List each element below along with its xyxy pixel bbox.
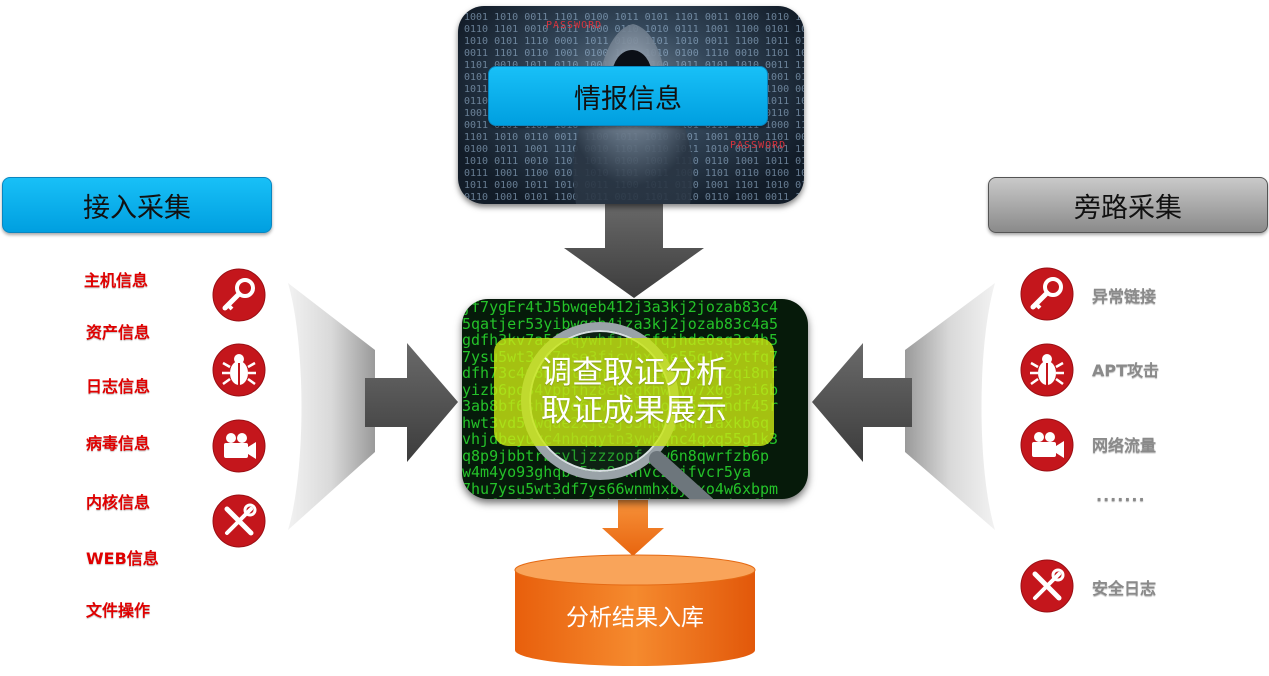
right-arrow xyxy=(812,343,912,462)
top-arrow xyxy=(564,200,704,298)
left-item-file: 文件操作 xyxy=(86,601,151,620)
left-item-kernel: 内核信息 xyxy=(86,493,151,512)
right-panel-title: 旁路采集 xyxy=(1074,192,1182,224)
left-panel-header: 接入采集 xyxy=(2,177,272,233)
left-item-host: 主机信息 xyxy=(84,271,149,290)
result-storage-label: 分析结果入库 xyxy=(566,605,704,631)
analysis-line-2: 取证成果展示 xyxy=(541,393,727,429)
analysis-line-1: 调查取证分析 xyxy=(541,355,727,391)
camera-icon xyxy=(1020,418,1074,472)
right-item-network-traffic: 网络流量 xyxy=(1092,436,1157,455)
tools-icon xyxy=(212,494,266,548)
camera-icon xyxy=(212,419,266,473)
left-panel-title: 接入采集 xyxy=(83,192,191,224)
left-funnel xyxy=(288,283,375,530)
bottom-arrow xyxy=(602,500,664,556)
tools-icon xyxy=(1020,559,1074,613)
right-item-ellipsis: ······· xyxy=(1096,490,1146,509)
left-item-asset: 资产信息 xyxy=(86,323,151,342)
key-icon xyxy=(212,268,266,322)
analysis-label-box: 调查取证分析 取证成果展示 xyxy=(494,338,774,446)
left-item-virus: 病毒信息 xyxy=(86,434,151,453)
right-panel-header: 旁路采集 xyxy=(988,177,1268,233)
left-item-log: 日志信息 xyxy=(86,377,151,396)
intel-title: 情报信息 xyxy=(574,83,682,115)
right-funnel xyxy=(905,283,995,530)
intel-header: 情报信息 xyxy=(488,66,768,126)
bug-icon xyxy=(1020,343,1074,397)
bug-icon xyxy=(212,343,266,397)
right-item-abnormal-link: 异常链接 xyxy=(1092,287,1157,306)
right-item-security-log: 安全日志 xyxy=(1092,579,1157,598)
key-icon xyxy=(1020,267,1074,321)
right-item-apt-attack: APT攻击 xyxy=(1092,361,1160,380)
left-item-web: WEB信息 xyxy=(86,549,159,568)
left-arrow xyxy=(365,343,458,462)
